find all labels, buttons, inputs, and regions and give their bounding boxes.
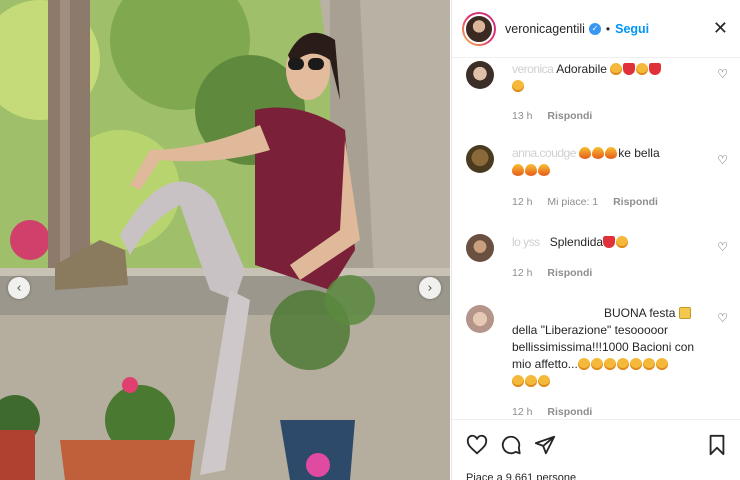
comment-meta: 12 h Rispondi — [512, 267, 604, 279]
heart-emoji-icon — [649, 63, 662, 75]
header-separator: • — [605, 21, 611, 36]
heart-icon[interactable] — [466, 434, 488, 456]
smile-emoji-icon — [616, 236, 629, 248]
post-photo: ‹ › — [0, 0, 450, 480]
comments-list: veronica Adorabile ♡ 13 h Rispondi anna.… — [452, 59, 740, 419]
grin-emoji-icon — [512, 80, 524, 92]
carousel-prev-button[interactable]: ‹ — [8, 277, 30, 299]
bookmark-icon[interactable] — [706, 434, 728, 456]
fire-emoji-icon — [605, 147, 618, 159]
fire-emoji-icon — [579, 147, 592, 159]
medal-emoji-icon — [678, 307, 691, 319]
post-actions-bar: Piace a 9.661 persone — [452, 419, 740, 480]
comment-content: Adorabile — [556, 62, 607, 76]
comment-time: 13 h — [512, 110, 533, 122]
fire-emoji-icon — [592, 147, 605, 159]
comment-text: anna.coudge ke bella — [512, 145, 706, 179]
comment-text: lo yss Splendida — [512, 234, 706, 251]
kiss-emoji-icon — [577, 358, 590, 370]
comment-content: Splendida — [549, 235, 604, 249]
grin-emoji-icon — [512, 375, 524, 387]
kiss-emoji-icon — [655, 358, 668, 370]
author-avatar[interactable] — [462, 11, 496, 46]
commenter-username[interactable]: anna.coudge — [512, 146, 576, 160]
commenter-avatar[interactable] — [466, 234, 494, 262]
commenter-username[interactable]: veronica — [512, 62, 556, 76]
like-comment-heart-icon[interactable]: ♡ — [717, 67, 728, 81]
grin-emoji-icon — [590, 358, 603, 370]
comment-time: 12 h — [512, 196, 533, 208]
fire-emoji-icon — [538, 164, 550, 176]
fire-emoji-icon — [512, 164, 524, 176]
like-comment-heart-icon[interactable]: ♡ — [717, 240, 728, 254]
grin-emoji-icon — [538, 375, 550, 387]
heart-emoji-icon — [603, 236, 616, 248]
verified-icon: ✓ — [588, 22, 601, 35]
comment-meta: 13 h Rispondi — [512, 110, 604, 122]
comment-content: della "Liberazione" tesooooor — [512, 323, 668, 337]
comment-content: bellissimissima!!!1000 Bacioni con — [512, 340, 695, 354]
like-comment-heart-icon[interactable]: ♡ — [717, 311, 728, 325]
comment-content: BUONA festa — [604, 306, 676, 320]
carousel-next-button[interactable]: › — [419, 277, 441, 299]
reply-button[interactable]: Rispondi — [613, 196, 658, 208]
comment-time: 12 h — [512, 267, 533, 279]
comment-meta: 12 h Rispondi — [512, 406, 604, 418]
post-header: veronicagentili ✓ • Segui ✕ — [452, 0, 740, 58]
comment-content: mio affetto... — [512, 357, 578, 371]
post-sidebar: veronicagentili ✓ • Segui ✕ veronica Ado… — [451, 0, 740, 480]
reply-button[interactable]: Rispondi — [547, 110, 592, 122]
comment-meta: 12 h Mi piace: 1 Rispondi — [512, 196, 670, 208]
heart-emoji-icon — [623, 63, 636, 75]
grin-emoji-icon — [616, 358, 629, 370]
comment-time: 12 h — [512, 406, 533, 418]
reply-button[interactable]: Rispondi — [547, 267, 592, 279]
follow-button[interactable]: Segui — [615, 22, 649, 36]
commenter-avatar[interactable] — [466, 145, 494, 173]
likes-count[interactable]: Piace a 9.661 persone — [466, 472, 576, 480]
author-username[interactable]: veronicagentili — [505, 22, 585, 36]
comment-content: ke bella — [618, 146, 660, 160]
comment-icon[interactable] — [500, 434, 522, 456]
comment-text: veronica Adorabile — [512, 61, 706, 95]
commenter-avatar[interactable] — [466, 305, 494, 333]
comment-text: BUONA festa della "Liberazione" tesooooo… — [512, 305, 706, 390]
grin-emoji-icon — [610, 63, 623, 75]
like-comment-heart-icon[interactable]: ♡ — [717, 153, 728, 167]
commenter-avatar[interactable] — [466, 61, 494, 89]
kiss-emoji-icon — [629, 358, 642, 370]
grin-emoji-icon — [636, 63, 649, 75]
commenter-username[interactable]: lo yss — [512, 235, 540, 249]
kiss-emoji-icon — [525, 375, 537, 387]
close-icon[interactable]: ✕ — [713, 18, 728, 39]
kiss-emoji-icon — [603, 358, 616, 370]
share-icon[interactable] — [534, 434, 556, 456]
fire-emoji-icon — [525, 164, 537, 176]
reply-button[interactable]: Rispondi — [547, 406, 592, 418]
grin-emoji-icon — [642, 358, 655, 370]
comment-likes-count[interactable]: Mi piace: 1 — [547, 196, 598, 208]
photo-scene — [0, 0, 450, 480]
